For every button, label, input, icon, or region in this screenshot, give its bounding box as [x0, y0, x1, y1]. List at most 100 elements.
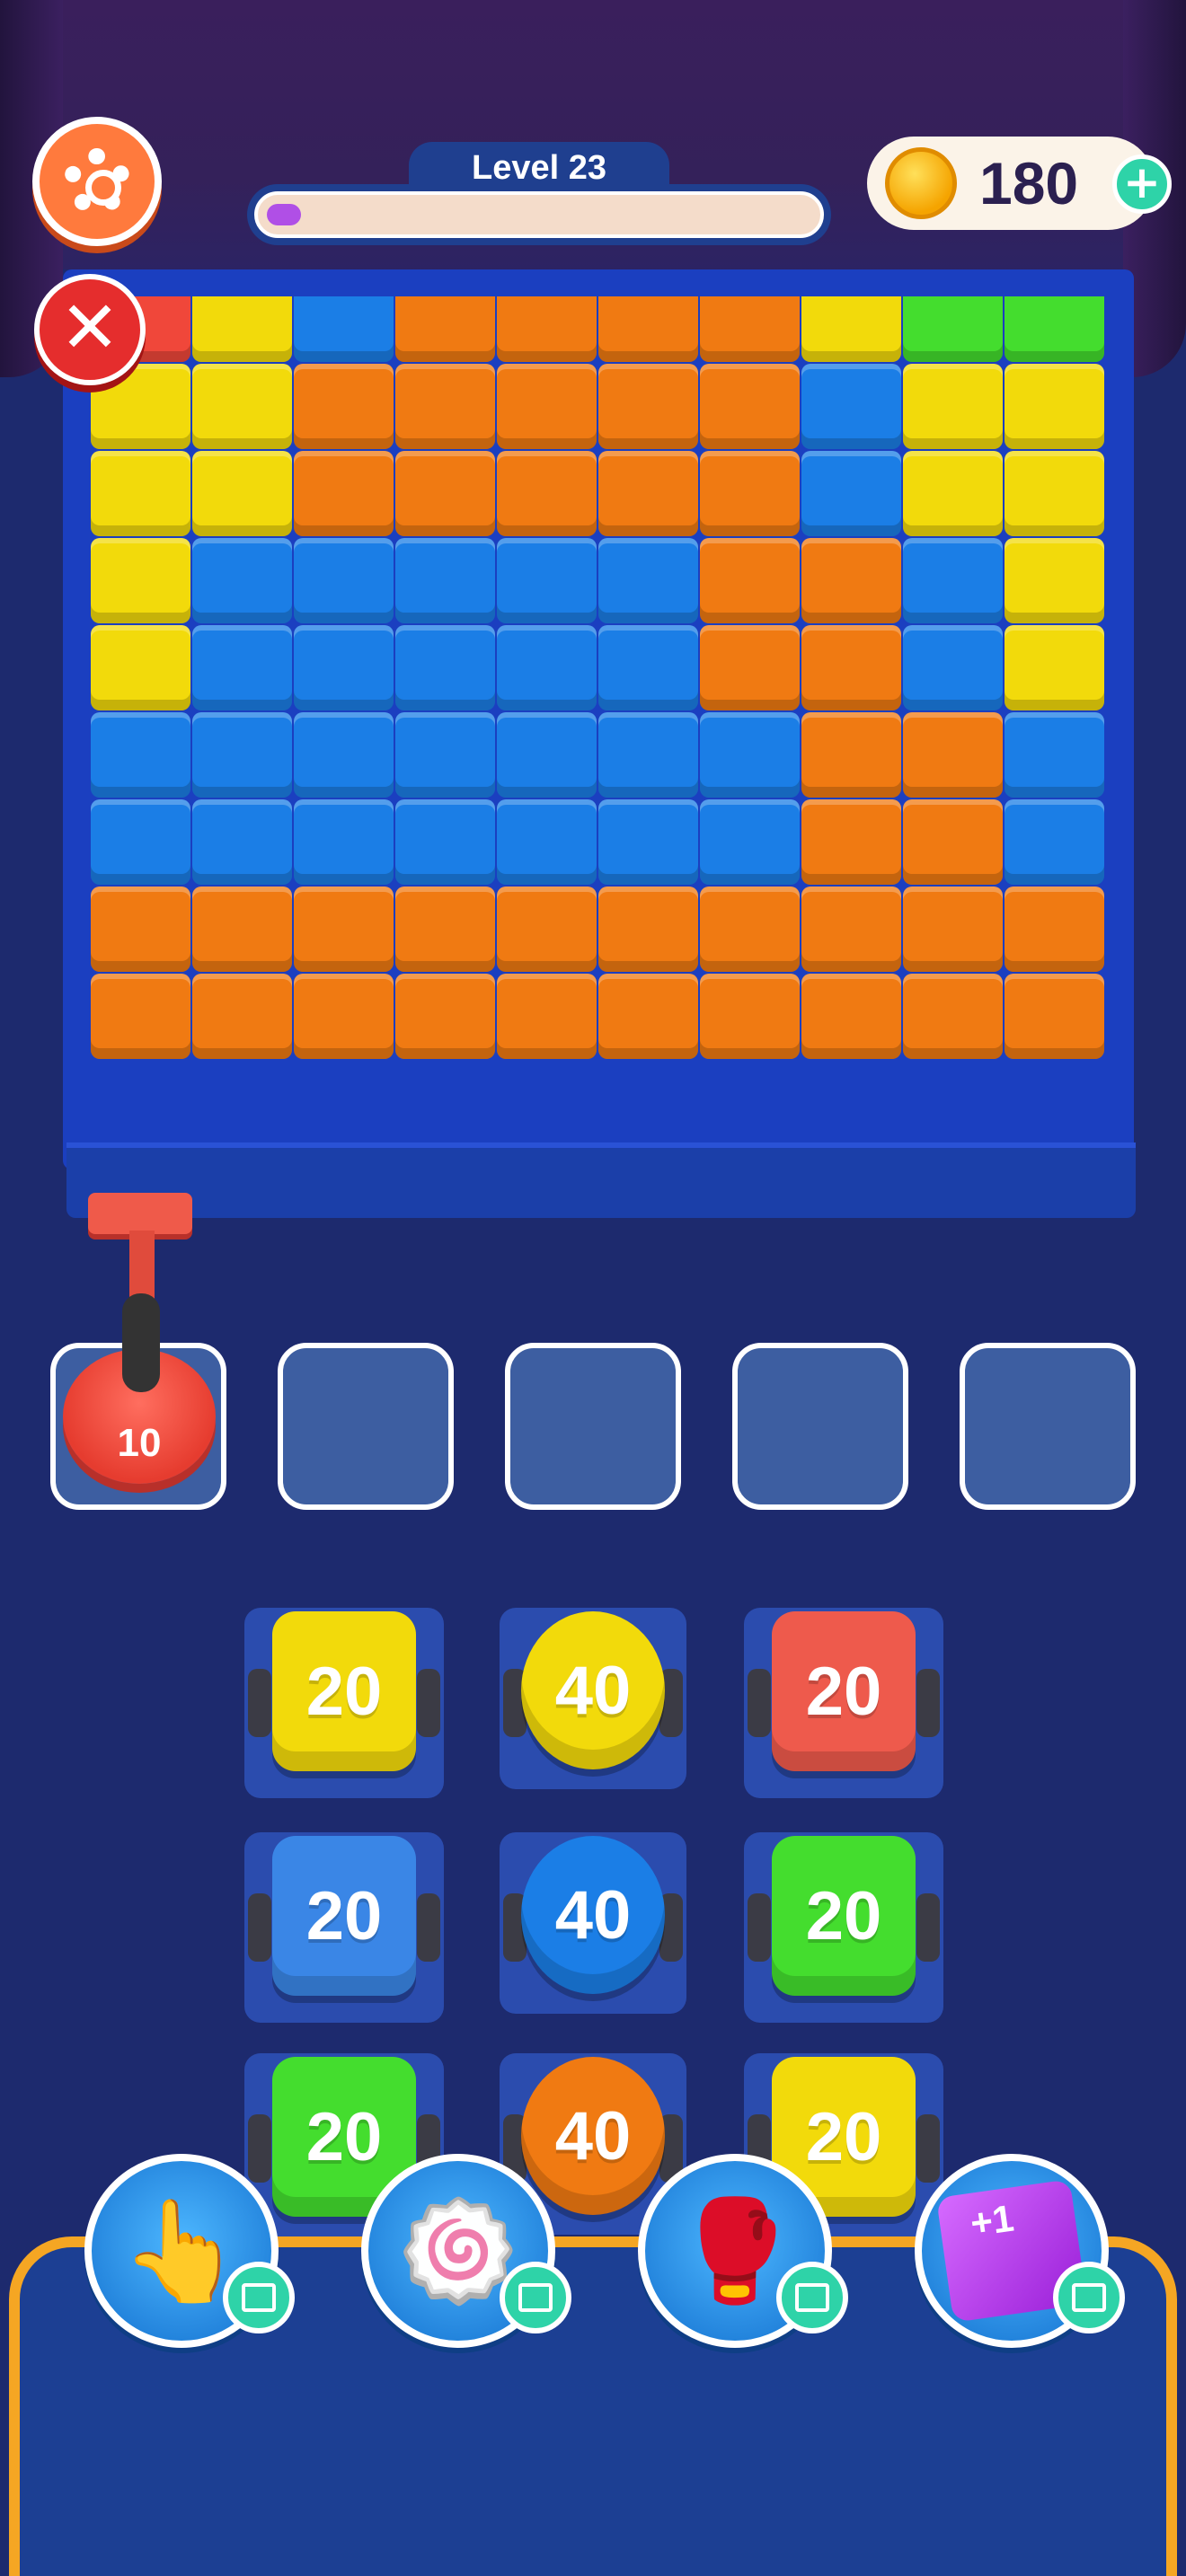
shooter-count: 20 [805, 1653, 882, 1730]
block-cell [192, 712, 292, 798]
shooter-box[interactable]: 20 [272, 1836, 416, 1996]
block-cell [903, 451, 1003, 536]
block-cell [1005, 364, 1104, 449]
block-cell [192, 538, 292, 623]
block-cell [497, 451, 597, 536]
watch-video-icon[interactable] [776, 2262, 848, 2333]
shooter-round[interactable]: 40 [521, 1611, 665, 1769]
block-cell [91, 538, 190, 623]
block-cell [1005, 625, 1104, 710]
wheel [417, 1669, 440, 1737]
gear-icon [64, 148, 130, 215]
block-cell [294, 887, 394, 972]
block-cell [91, 887, 190, 972]
shooter-box[interactable]: 20 [772, 1611, 916, 1771]
shooter-count: 20 [805, 2098, 882, 2175]
block-cell [903, 625, 1003, 710]
shooter-count: 20 [305, 1653, 383, 1730]
shooter-count: 20 [305, 1877, 383, 1954]
coin-count: 180 [979, 150, 1079, 216]
block-cell [395, 974, 495, 1059]
block-cell [395, 887, 495, 972]
block-cell [294, 712, 394, 798]
shooter-slot[interactable] [505, 1343, 681, 1510]
wheel [248, 1669, 271, 1737]
shooter-slot[interactable] [960, 1343, 1136, 1510]
block-cell [700, 974, 800, 1059]
shooter-count: 20 [805, 1877, 882, 1954]
wheel [916, 1893, 940, 1962]
block-cell [1005, 974, 1104, 1059]
shooter-box[interactable]: 20 [772, 1836, 916, 1996]
block-cell [903, 538, 1003, 623]
block-cell [903, 364, 1003, 449]
watch-video-icon[interactable] [1053, 2262, 1125, 2333]
block-cell [192, 974, 292, 1059]
block-cell [497, 799, 597, 885]
close-icon: ✕ [59, 286, 120, 369]
level-progress-fill [267, 204, 301, 225]
block-cell [700, 538, 800, 623]
block-cell [1005, 296, 1104, 362]
block-cell [91, 799, 190, 885]
block-cell [801, 625, 901, 710]
block-cell [903, 296, 1003, 362]
block-cell [192, 625, 292, 710]
block-cell [497, 296, 597, 362]
block-cell [1005, 887, 1104, 972]
block-cell [700, 799, 800, 885]
block-cell [395, 296, 495, 362]
block-cell [192, 296, 292, 362]
block-cell [598, 712, 698, 798]
active-shooter-count: 10 [117, 1421, 162, 1465]
block-cell [1005, 538, 1104, 623]
shooter-round[interactable]: 40 [521, 2057, 665, 2215]
block-cell [497, 974, 597, 1059]
block-cell [801, 974, 901, 1059]
block-cell [294, 451, 394, 536]
wheel [916, 2114, 940, 2183]
watch-video-icon[interactable] [500, 2262, 571, 2333]
block-cell [700, 364, 800, 449]
block-cell [395, 364, 495, 449]
settings-button[interactable] [32, 117, 162, 246]
block-cell [294, 296, 394, 362]
block-cell [294, 974, 394, 1059]
shooter-count: 40 [554, 1876, 632, 1954]
close-button[interactable]: ✕ [34, 274, 146, 385]
block-cell [395, 799, 495, 885]
block-cell [192, 887, 292, 972]
block-cell [294, 625, 394, 710]
block-cell [598, 799, 698, 885]
block-cell [903, 799, 1003, 885]
block-cell [801, 296, 901, 362]
watch-video-icon[interactable] [223, 2262, 295, 2333]
wheel [748, 1893, 771, 1962]
block-cell [91, 974, 190, 1059]
block-cell [1005, 712, 1104, 798]
block-cell [801, 712, 901, 798]
coin-icon [885, 147, 957, 219]
level-progress-track [254, 191, 824, 238]
shooter-slot[interactable] [732, 1343, 908, 1510]
block-cell [91, 712, 190, 798]
block-cell [91, 451, 190, 536]
block-cell [395, 625, 495, 710]
shooter-slot[interactable] [278, 1343, 454, 1510]
shooter-box[interactable]: 20 [272, 1611, 416, 1771]
wheel [248, 1893, 271, 1962]
block-cell [903, 887, 1003, 972]
block-cell [598, 974, 698, 1059]
block-cell [598, 538, 698, 623]
shooter-round[interactable]: 40 [521, 1836, 665, 1994]
shooter-count: 40 [554, 1652, 632, 1729]
block-cell [91, 625, 190, 710]
launcher-handle [88, 1193, 192, 1234]
wheel [748, 1669, 771, 1737]
block-cell [395, 451, 495, 536]
block-cell [294, 538, 394, 623]
add-coins-button[interactable]: + [1112, 154, 1172, 214]
block-cell [700, 296, 800, 362]
block-board [90, 296, 1105, 1060]
block-cell [1005, 451, 1104, 536]
